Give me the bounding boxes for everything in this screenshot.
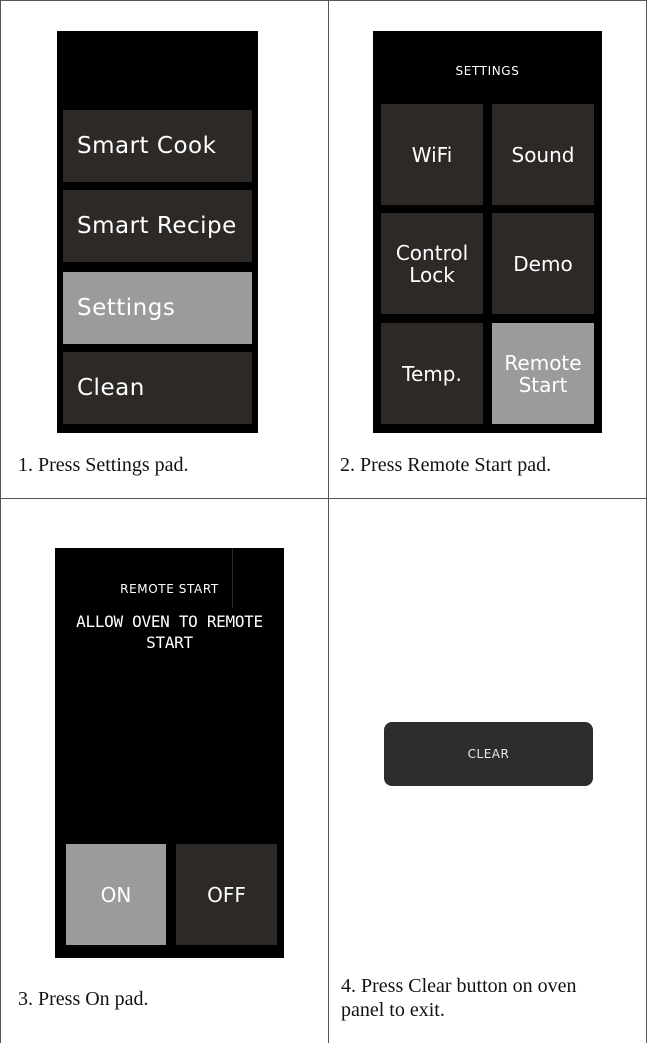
settings-pad-remote-start[interactable]: Remote Start [492, 323, 594, 424]
on-pad[interactable]: ON [66, 844, 166, 945]
menu-pad-label: Smart Recipe [77, 213, 237, 239]
step2-caption: 2. Press Remote Start pad. [340, 454, 552, 476]
step3-oven-screen: REMOTE START ALLOW OVEN TO REMOTE START … [55, 548, 284, 958]
instruction-table: Smart Cook Smart Recipe Settings Clean 1… [0, 0, 647, 1043]
menu-pad-smart-cook[interactable]: Smart Cook [63, 110, 252, 182]
settings-pad-label: Sound [511, 142, 575, 167]
settings-pad-label: Demo [513, 251, 573, 276]
table-border-top [0, 0, 647, 1]
settings-pad-label: Control Lock [395, 240, 469, 287]
on-pad-label: ON [100, 882, 132, 907]
clear-button-label: CLEAR [467, 747, 510, 761]
off-pad-label: OFF [207, 882, 246, 907]
menu-pad-label: Smart Cook [77, 133, 217, 159]
step3-caption: 3. Press On pad. [18, 988, 149, 1010]
remote-start-message: ALLOW OVEN TO REMOTE START [76, 612, 263, 652]
settings-pad-label: Remote Start [504, 350, 582, 397]
title-divider [232, 548, 233, 608]
step2-oven-screen: SETTINGS WiFi Sound Control Lock Demo Te… [373, 31, 602, 433]
step1-oven-screen: Smart Cook Smart Recipe Settings Clean [57, 31, 258, 433]
menu-pad-label: Settings [77, 295, 176, 321]
table-divider-horizontal [0, 498, 647, 499]
step1-caption: 1. Press Settings pad. [18, 454, 189, 476]
settings-pad-wifi[interactable]: WiFi [381, 104, 483, 205]
step4-caption: 4. Press Clear button on oven panel to e… [341, 975, 577, 1021]
off-pad[interactable]: OFF [176, 844, 277, 945]
settings-pad-temp[interactable]: Temp. [381, 323, 483, 424]
settings-pad-label: Temp. [402, 361, 462, 386]
menu-pad-smart-recipe[interactable]: Smart Recipe [63, 190, 252, 262]
settings-screen-title: SETTINGS [455, 64, 520, 78]
menu-pad-clean[interactable]: Clean [63, 352, 252, 424]
settings-pad-control-lock[interactable]: Control Lock [381, 213, 483, 314]
menu-pad-label: Clean [77, 375, 145, 401]
remote-start-screen-title: REMOTE START [120, 582, 219, 596]
settings-pad-label: WiFi [411, 142, 453, 167]
settings-pad-demo[interactable]: Demo [492, 213, 594, 314]
table-border-left [0, 0, 1, 1043]
menu-pad-settings[interactable]: Settings [63, 272, 252, 344]
clear-button[interactable]: CLEAR [384, 722, 593, 786]
table-divider-vertical [328, 0, 329, 1043]
settings-pad-sound[interactable]: Sound [492, 104, 594, 205]
